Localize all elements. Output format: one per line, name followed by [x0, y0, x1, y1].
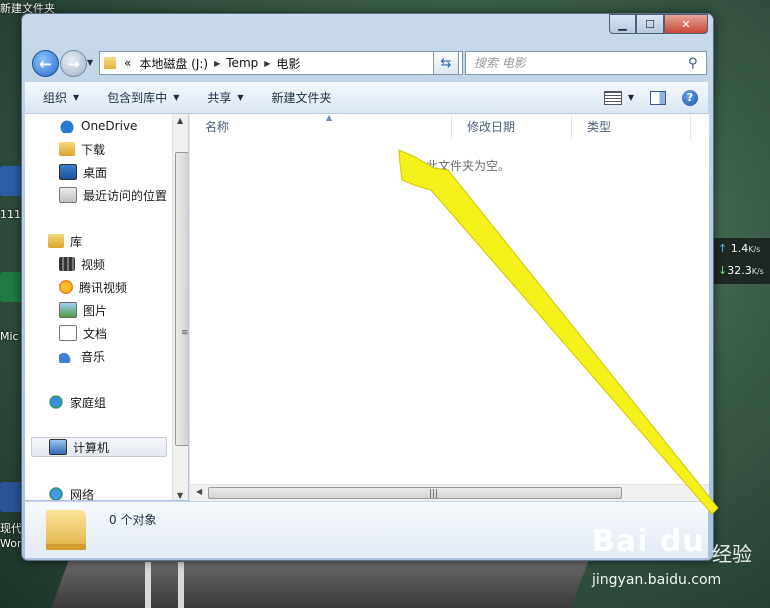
breadcrumb-overflow[interactable]: «: [120, 56, 135, 70]
pictures-icon: [59, 302, 77, 318]
file-list[interactable]: 名称 修改日期 类型 ▲ 此文件夹为空。 ◀ ||| ▶: [189, 113, 709, 501]
network-speed-widget: ↑ 1.4K/s ↓32.3K/s: [710, 238, 770, 284]
upload-speed: ↑ 1.4K/s: [718, 242, 761, 255]
scroll-left-icon[interactable]: ◀: [196, 487, 202, 496]
horizontal-scrollbar[interactable]: ◀ ||| ▶: [190, 484, 709, 501]
network-icon: [48, 487, 64, 500]
breadcrumb-temp[interactable]: Temp: [222, 56, 262, 70]
command-bar: 组织 ▼ 包含到库中 ▼ 共享 ▼ 新建文件夹 ▼ ?: [25, 82, 708, 114]
back-button[interactable]: ←: [32, 50, 59, 77]
view-dropdown[interactable]: ▼: [628, 93, 634, 102]
address-bar[interactable]: « 本地磁盘 (J:) ▶ Temp ▶ 电影 ▼: [99, 51, 463, 75]
road-line: [145, 562, 151, 608]
homegroup-icon: [48, 395, 64, 409]
preview-pane-icon[interactable]: [650, 90, 666, 105]
breadcrumb-separator-icon[interactable]: ▶: [262, 59, 272, 68]
breadcrumb-separator-icon[interactable]: ▶: [212, 59, 222, 68]
desktop-label: 111: [0, 208, 21, 221]
computer-icon: [49, 439, 67, 455]
nav-item-libraries[interactable]: 库: [48, 231, 82, 251]
road-line: [178, 562, 184, 608]
nav-item-videos[interactable]: 视频: [59, 254, 105, 274]
grip-icon: |||: [429, 489, 439, 499]
sort-ascending-icon: ▲: [326, 113, 333, 122]
desktop-label: 现代: [0, 522, 22, 535]
caption-buttons: ▁ ☐ ✕: [609, 14, 708, 34]
desktop-label: Mic: [0, 330, 19, 343]
road-background: [51, 560, 589, 608]
nav-item-downloads[interactable]: 下载: [59, 139, 105, 159]
nav-item-computer[interactable]: 计算机: [31, 437, 167, 457]
download-arrow-icon: ↓: [718, 264, 728, 277]
desktop-icon: [59, 164, 77, 180]
breadcrumb-drive[interactable]: 本地磁盘 (J:): [135, 55, 212, 72]
baidu-logo: Bai du: [592, 524, 705, 559]
help-icon[interactable]: ?: [682, 89, 698, 106]
explorer-window: ▁ ☐ ✕ ← → ▼ « 本地磁盘 (J:) ▶ Temp ▶ 电影 ▼ ⇆ …: [21, 13, 714, 561]
tencent-video-icon: [59, 280, 73, 294]
nav-item-recent-places[interactable]: 最近访问的位置: [59, 185, 167, 205]
onedrive-icon: [59, 119, 75, 133]
close-button[interactable]: ✕: [664, 14, 708, 34]
nav-pane-scrollbar[interactable]: ▲ ≡ ▼: [172, 114, 188, 500]
download-folder-icon: [59, 142, 75, 156]
search-input[interactable]: [466, 55, 688, 71]
nav-item-documents[interactable]: 文档: [59, 323, 107, 343]
forward-button[interactable]: →: [60, 50, 87, 77]
navigation-bar: ← → ▼ « 本地磁盘 (J:) ▶ Temp ▶ 电影 ▼ ⇆ ⚲: [30, 48, 710, 77]
view-options-icon[interactable]: [603, 90, 622, 105]
grip-icon: ≡: [181, 328, 188, 338]
column-header-name[interactable]: 名称: [190, 114, 452, 140]
chevron-down-icon: ▼: [73, 93, 80, 102]
search-box: ⚲: [465, 51, 707, 75]
scroll-up-icon[interactable]: ▲: [177, 116, 183, 125]
library-icon: [48, 234, 64, 248]
nav-item-pictures[interactable]: 图片: [59, 300, 107, 320]
organize-menu[interactable]: 组织 ▼: [25, 89, 89, 106]
minimize-button[interactable]: ▁: [609, 14, 636, 34]
chevron-down-icon: ▼: [237, 93, 244, 102]
recent-places-icon: [59, 187, 77, 203]
desktop-label: Wor: [0, 537, 22, 550]
scrollbar-thumb[interactable]: |||: [208, 487, 622, 499]
folder-icon: [46, 510, 86, 550]
toolbar-right: ▼ ?: [603, 89, 708, 106]
chevron-down-icon: ▼: [173, 93, 180, 102]
jingyan-label: 经验: [712, 542, 752, 566]
scroll-down-icon[interactable]: ▼: [177, 491, 183, 500]
maximize-button[interactable]: ☐: [636, 14, 664, 34]
search-icon[interactable]: ⚲: [688, 56, 706, 71]
include-in-library-menu[interactable]: 包含到库中 ▼: [89, 89, 189, 106]
documents-icon: [59, 325, 77, 341]
scrollbar-thumb[interactable]: ≡: [175, 152, 188, 446]
column-header-type[interactable]: 类型: [572, 114, 691, 140]
nav-item-homegroup[interactable]: 家庭组: [48, 392, 106, 412]
nav-item-desktop[interactable]: 桌面: [59, 162, 107, 182]
column-header-date-modified[interactable]: 修改日期: [452, 114, 572, 140]
video-library-icon: [59, 257, 75, 271]
refresh-button[interactable]: ⇆: [433, 51, 459, 75]
folder-icon: [104, 57, 116, 69]
nav-item-onedrive[interactable]: OneDrive: [59, 116, 137, 136]
baidu-jingyan-watermark: Bai du 经验 jingyan.baidu.com: [588, 524, 768, 596]
watermark-url: jingyan.baidu.com: [592, 572, 722, 588]
column-headers: 名称 修改日期 类型 ▲: [190, 113, 709, 140]
nav-item-music[interactable]: 音乐: [59, 346, 105, 366]
scroll-right-icon[interactable]: ▶: [699, 487, 705, 496]
share-menu[interactable]: 共享 ▼: [189, 89, 253, 106]
nav-item-network[interactable]: 网络: [48, 484, 94, 500]
music-icon: [59, 349, 75, 363]
new-folder-button[interactable]: 新建文件夹: [254, 89, 342, 106]
download-speed: ↓32.3K/s: [718, 264, 764, 277]
navigation-pane: OneDrive 下载 桌面 最近访问的位置 库 视频 腾讯视频 图片 文档 音…: [25, 114, 188, 500]
recent-pages-dropdown[interactable]: ▼: [87, 58, 93, 67]
item-count: 0 个对象: [109, 513, 157, 527]
breadcrumb-movies[interactable]: 电影: [272, 55, 304, 72]
nav-item-tencent-video[interactable]: 腾讯视频: [59, 277, 127, 297]
upload-arrow-icon: ↑: [718, 242, 728, 255]
empty-folder-message: 此文件夹为空。: [426, 159, 511, 173]
